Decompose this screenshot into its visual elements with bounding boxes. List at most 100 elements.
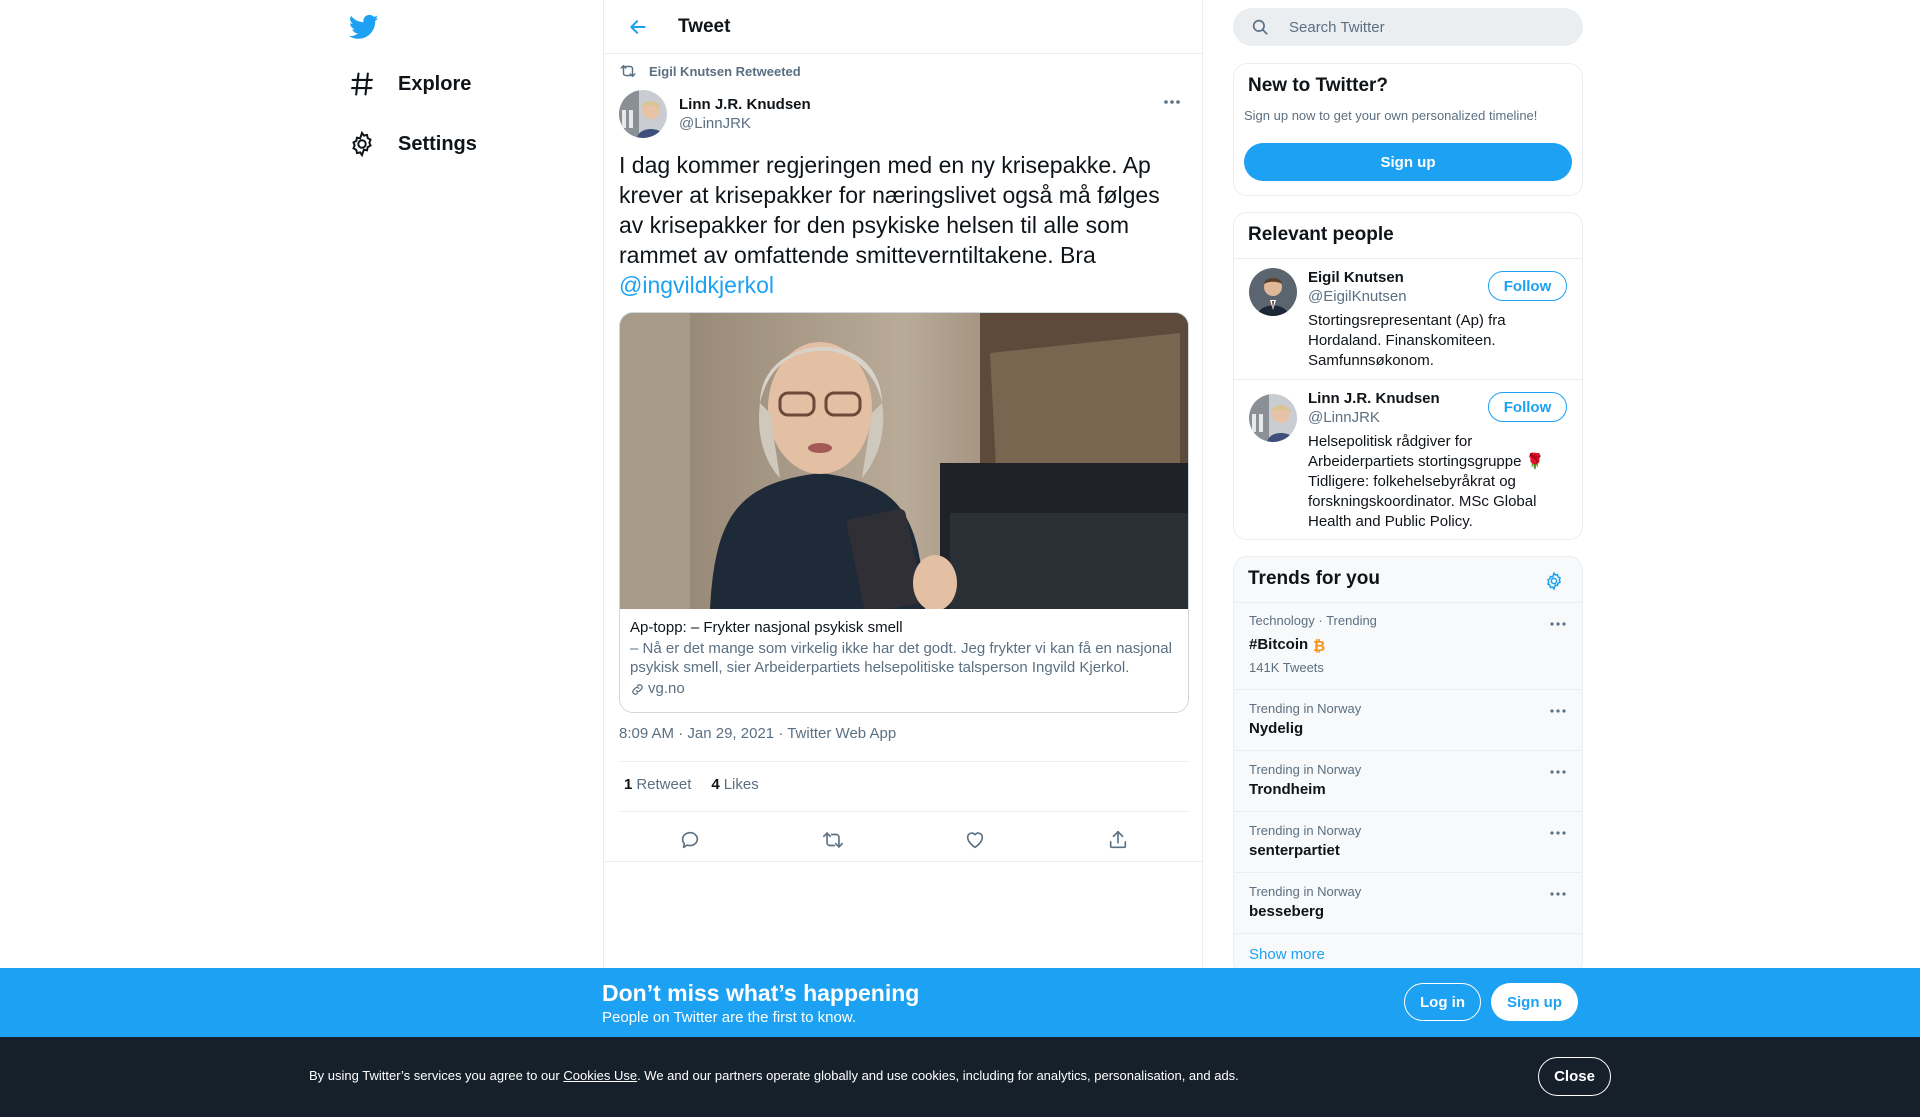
banner-signup-button[interactable]: Sign up [1491, 983, 1578, 1021]
meta-separator: · [678, 725, 684, 742]
new-to-twitter-subtitle: Sign up now to get your own personalized… [1244, 108, 1538, 123]
more-dots-icon [1550, 622, 1566, 626]
back-button[interactable] [618, 7, 658, 47]
person-name[interactable]: Eigil Knutsen [1308, 269, 1404, 286]
show-more-link[interactable]: Show more [1249, 946, 1325, 963]
nav-explore[interactable]: Explore [348, 70, 471, 98]
cookies-use-link[interactable]: Cookies Use [563, 1068, 637, 1083]
tweet-mention-link[interactable]: @ingvildkjerkol [619, 272, 774, 298]
reply-icon [682, 831, 699, 849]
trend-item[interactable]: Technology · Trending #Bitcoin ₿ 141K Tw… [1234, 602, 1582, 689]
retweet-button[interactable] [813, 820, 853, 860]
trend-name: Trondheim [1249, 781, 1326, 798]
gear-icon [352, 130, 372, 158]
trend-more-button[interactable] [1544, 700, 1572, 722]
new-to-twitter-box: New to Twitter? Sign up now to get your … [1233, 63, 1583, 196]
trend-meta: Trending in Norway [1249, 884, 1362, 899]
reply-button[interactable] [670, 820, 710, 860]
trend-item[interactable]: Trending in Norway senterpartiet [1234, 811, 1582, 872]
trend-more-button[interactable] [1544, 761, 1572, 783]
new-to-twitter-title: New to Twitter? [1248, 75, 1389, 96]
search-input[interactable] [1289, 18, 1559, 36]
search-bar[interactable] [1233, 8, 1583, 46]
relevant-people-title: Relevant people [1248, 224, 1394, 245]
svg-text:₿: ₿ [1313, 637, 1325, 653]
twitter-bird-icon[interactable] [348, 12, 380, 42]
retweet-count: 1 [624, 776, 633, 793]
tweet-more-button[interactable] [1156, 88, 1188, 116]
tweet-actions [619, 820, 1189, 860]
retweet-icon [620, 65, 636, 77]
card-image [620, 313, 1188, 609]
more-dots-icon [1164, 100, 1180, 104]
cookie-text: By using Twitter’s services you agree to… [309, 1068, 1239, 1083]
trends-settings-button[interactable] [1540, 567, 1568, 595]
page-title: Tweet [678, 15, 731, 37]
cookie-close-button[interactable]: Close [1538, 1057, 1611, 1096]
trend-name: besseberg [1249, 903, 1325, 920]
person-handle[interactable]: @LinnJRK [1308, 409, 1380, 426]
trend-item[interactable]: Trending in Norway Nydelig [1234, 689, 1582, 750]
like-stat-label: Likes [723, 776, 759, 793]
follow-button[interactable]: Follow [1488, 392, 1567, 422]
tweet-stats: 1 Retweet 4 Likes [624, 776, 759, 793]
like-button[interactable] [955, 820, 995, 860]
like-stat[interactable]: 4 Likes [711, 776, 758, 793]
retweet-stat[interactable]: 1 Retweet [624, 776, 691, 793]
person-avatar[interactable] [1249, 268, 1297, 316]
author-name[interactable]: Linn J.R. Knudsen [679, 95, 811, 114]
trends-title: Trends for you [1248, 568, 1380, 589]
more-dots-icon [1550, 831, 1566, 835]
tweet-date[interactable]: Jan 29, 2021 [687, 725, 774, 742]
trend-item[interactable]: Trending in Norway besseberg [1234, 872, 1582, 933]
like-count: 4 [711, 776, 720, 793]
retweet-stat-label: Retweet [636, 776, 692, 793]
trend-meta: Trending in Norway [1249, 823, 1362, 838]
more-dots-icon [1550, 770, 1566, 774]
tweet-time[interactable]: 8:09 AM [619, 725, 674, 742]
sidebar-signup-button[interactable]: Sign up [1244, 143, 1572, 181]
share-button[interactable] [1098, 820, 1138, 860]
card-description: – Nå er det mange som virkelig ikke har … [630, 640, 1172, 676]
cookie-bar: By using Twitter’s services you agree to… [0, 1037, 1920, 1117]
tweet-source[interactable]: Twitter Web App [787, 725, 896, 742]
trends-box: Trends for you Technology · Trending #Bi… [1233, 556, 1583, 976]
retweeted-by: Eigil Knutsen Retweeted [619, 62, 801, 80]
nav-explore-label: Explore [398, 72, 472, 95]
page-header: Tweet [604, 0, 1202, 54]
card-domain: vg.no [630, 679, 1178, 699]
tweet-meta: 8:09 AM · Jan 29, 2021 · Twitter Web App [619, 725, 896, 742]
person-linn[interactable]: Linn J.R. Knudsen @LinnJRK Follow Helsep… [1234, 379, 1582, 539]
person-bio: Helsepolitisk rådgiver for Arbeiderparti… [1308, 433, 1545, 530]
cookie-text-before: By using Twitter’s services you agree to… [309, 1068, 564, 1083]
bitcoin-icon: ₿ [1313, 637, 1325, 653]
nav-settings-label: Settings [398, 132, 477, 155]
author-avatar[interactable] [619, 90, 667, 138]
link-icon [632, 683, 643, 695]
tweet-text: I dag kommer regjeringen med en ny krise… [619, 150, 1189, 300]
author-handle[interactable]: @LinnJRK [679, 114, 811, 133]
trend-more-button[interactable] [1544, 613, 1572, 635]
trend-more-button[interactable] [1544, 883, 1572, 905]
trend-item[interactable]: Trending in Norway Trondheim [1234, 750, 1582, 811]
trend-count: 141K Tweets [1249, 660, 1324, 675]
hashtag-icon [351, 72, 373, 96]
relevant-people-box: Relevant people Eigil Knutsen @EigilKnut… [1233, 212, 1583, 540]
link-card[interactable]: Ap-topp: – Frykter nasjonal psykisk smel… [619, 312, 1189, 713]
trend-more-button[interactable] [1544, 822, 1572, 844]
trend-meta: Trending in Norway [1249, 762, 1362, 777]
twitter-page: Explore Settings Tweet Eigil Knutsen Ret… [0, 0, 1920, 1117]
nav-settings[interactable]: Settings [348, 130, 477, 158]
divider [604, 861, 1202, 862]
card-title: Ap-topp: – Frykter nasjonal psykisk smel… [630, 619, 903, 636]
trend-name: Nydelig [1249, 720, 1304, 737]
login-button[interactable]: Log in [1404, 983, 1481, 1021]
retweeted-by-label[interactable]: Eigil Knutsen Retweeted [649, 64, 801, 79]
more-dots-icon [1550, 709, 1566, 713]
person-handle[interactable]: @EigilKnutsen [1308, 288, 1407, 305]
person-name[interactable]: Linn J.R. Knudsen [1308, 390, 1440, 407]
person-avatar[interactable] [1249, 394, 1297, 442]
follow-button[interactable]: Follow [1488, 271, 1567, 301]
card-domain-label: vg.no [648, 680, 685, 697]
person-eigil[interactable]: Eigil Knutsen @EigilKnutsen Follow Stort… [1234, 258, 1582, 379]
